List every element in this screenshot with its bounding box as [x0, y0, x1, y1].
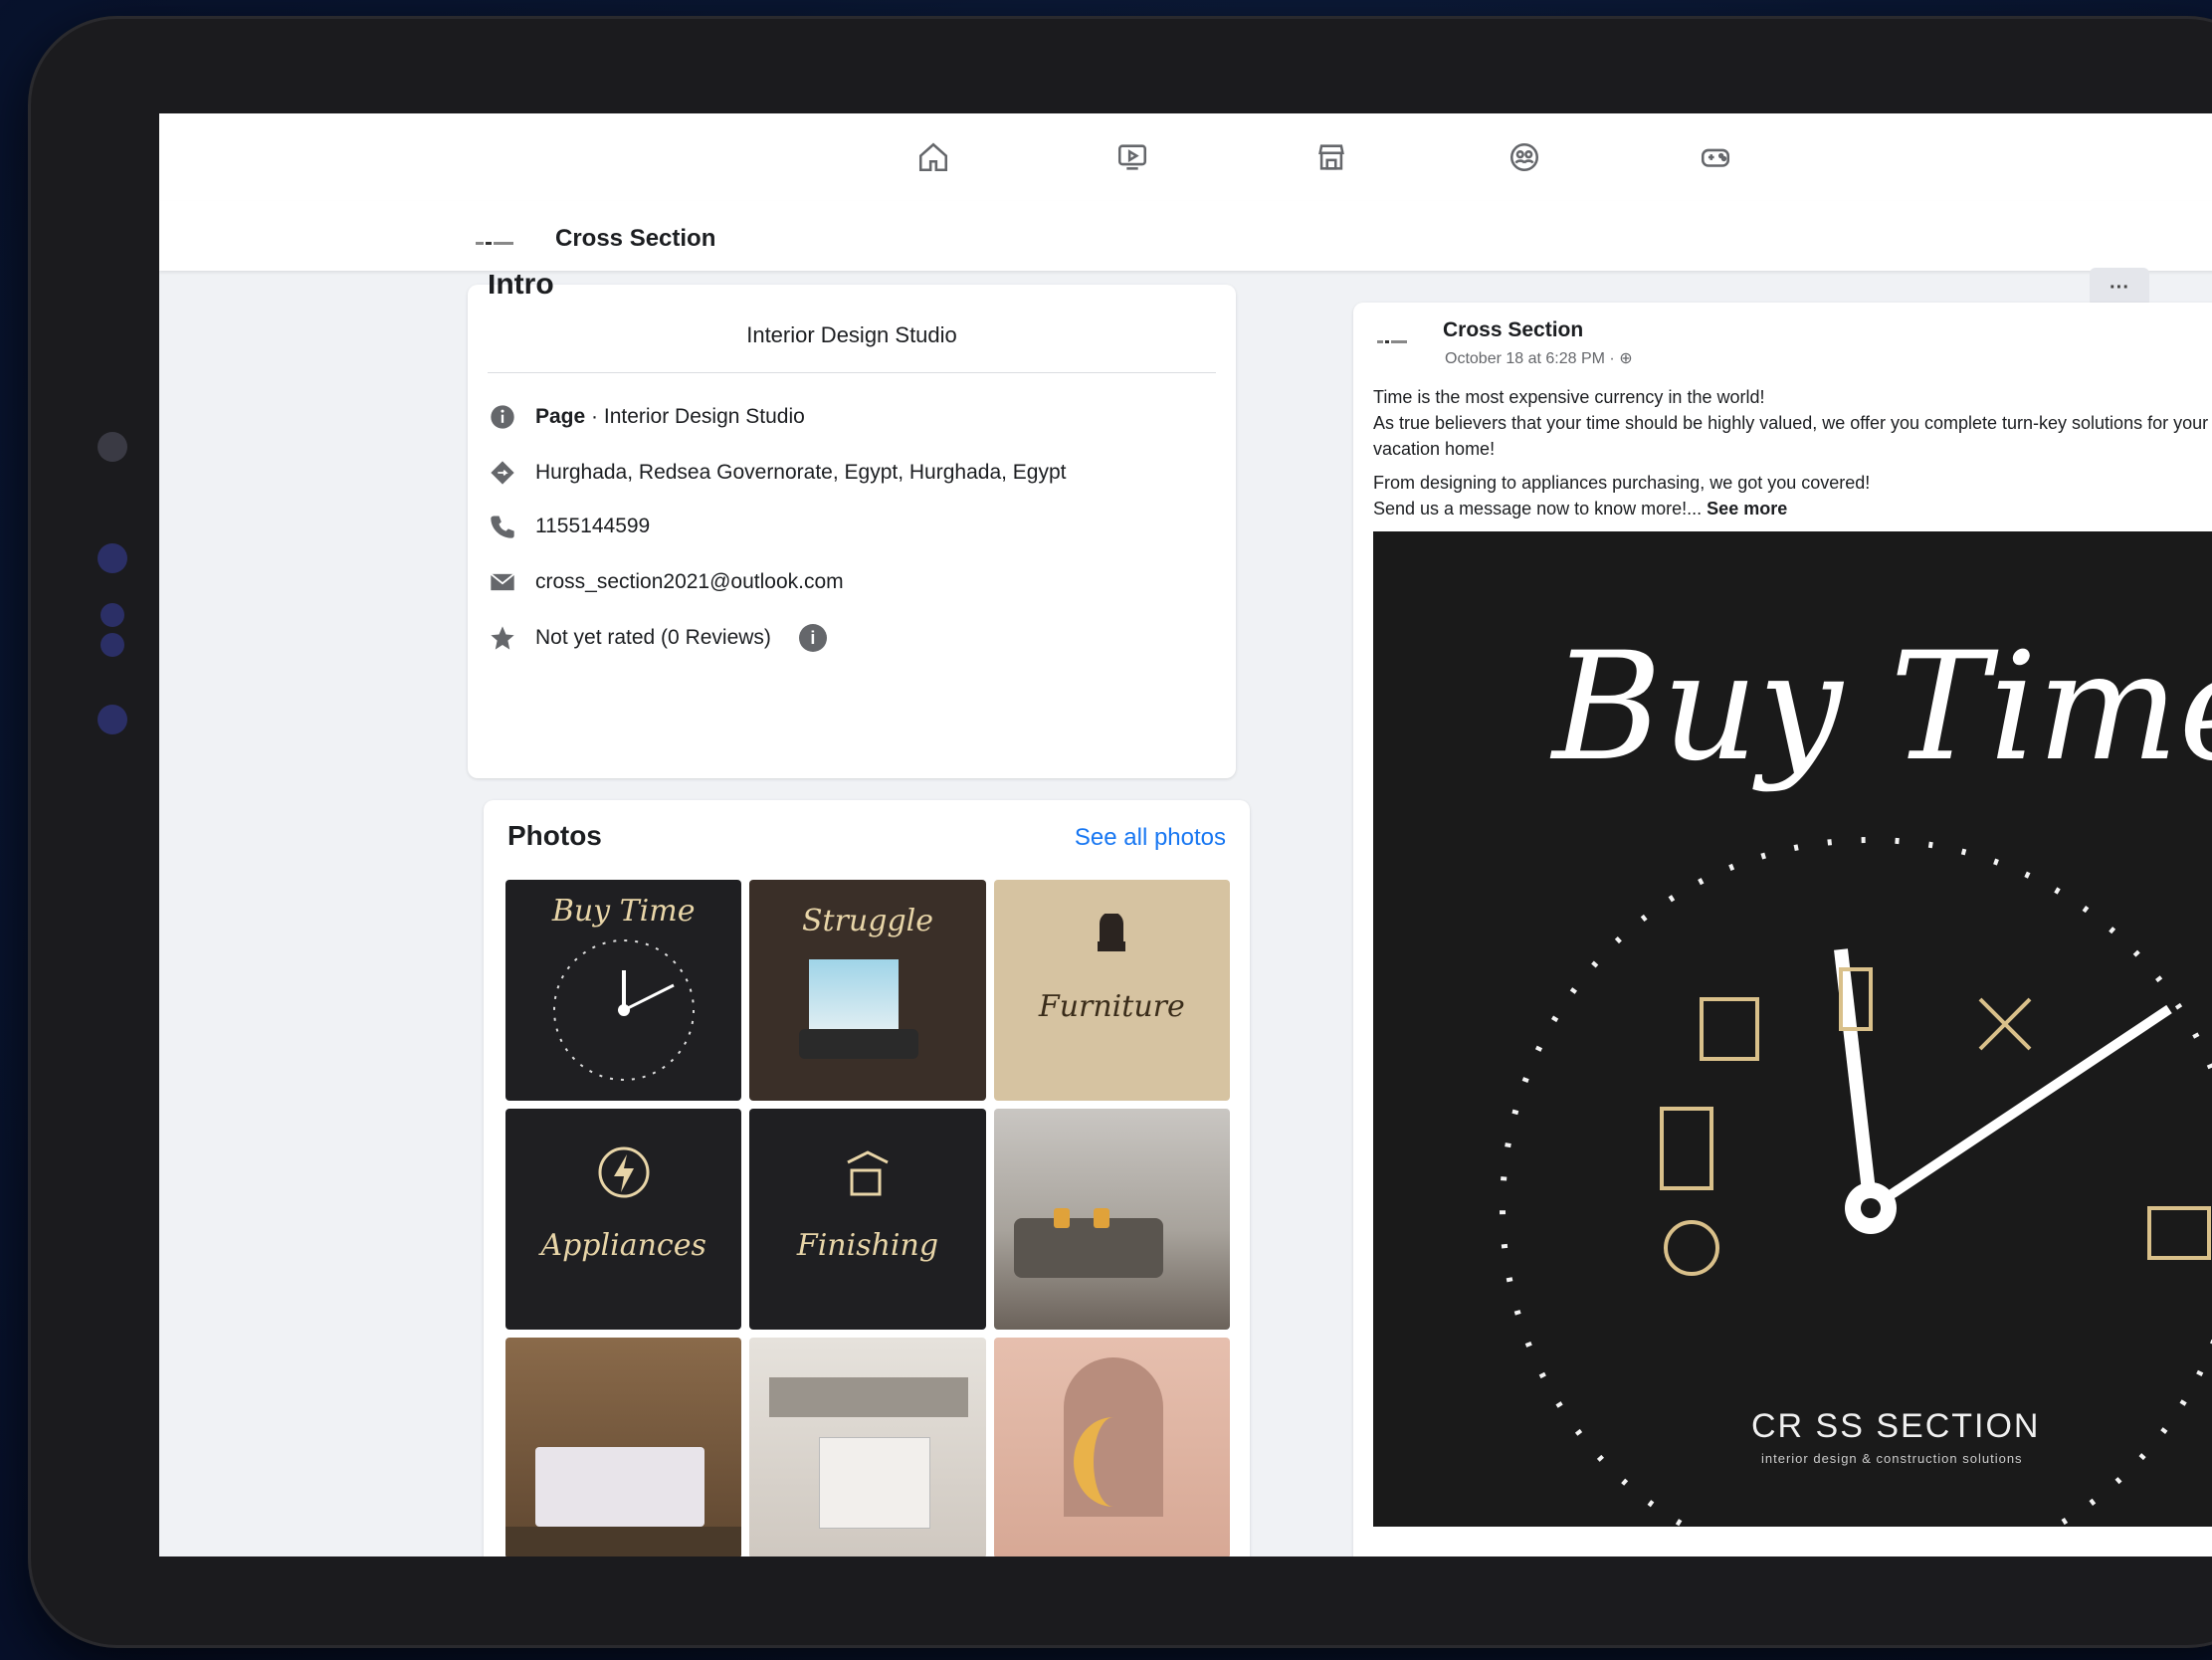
post-line: From designing to appliances purchasing,… [1373, 473, 1871, 493]
photos-heading: Photos [507, 820, 602, 851]
page-title[interactable]: Cross Section [555, 225, 715, 253]
screen: Cross Section ··· Intro Interior Design … [159, 113, 2212, 1556]
see-more-link[interactable]: See more [1707, 499, 1787, 519]
brand-tagline: interior design & construction solutions [1761, 1451, 2023, 1466]
camera-dot [98, 432, 127, 462]
intro-phone[interactable]: 1155144599 [535, 515, 650, 538]
rating-info-icon[interactable]: i [798, 624, 827, 652]
lightning-icon [598, 1146, 650, 1198]
photo-thumb[interactable] [993, 1338, 1230, 1556]
intro-row-category: Page · Interior Design Studio [488, 402, 805, 432]
header-more-button[interactable]: ··· [2090, 268, 2149, 308]
home-icon[interactable] [913, 137, 953, 177]
top-navigation [159, 113, 2212, 202]
phone-icon [488, 512, 517, 541]
intro-address[interactable]: Hurghada, Redsea Governorate, Egypt, Hur… [535, 461, 1067, 485]
photo-thumb[interactable]: Buy Time [505, 880, 742, 1101]
photo-thumb[interactable]: Finishing [749, 1109, 986, 1330]
sensor-dot [101, 633, 124, 657]
photo-thumb[interactable] [993, 1109, 1230, 1330]
photo-thumb[interactable]: Appliances [505, 1109, 742, 1330]
page-logo[interactable] [476, 233, 519, 253]
photo-caption: Furniture [1038, 989, 1185, 1024]
intro-bio: Interior Design Studio [746, 322, 957, 347]
photo-thumb[interactable]: Furniture [993, 880, 1230, 1101]
groups-icon[interactable] [1505, 137, 1544, 177]
clock-face [1500, 837, 2212, 1527]
intro-row-email: cross_section2021@outlook.com [488, 567, 844, 597]
intro-row-phone: 1155144599 [488, 512, 650, 541]
intro-category-value: · Interior Design Studio [585, 405, 805, 428]
post-line: As true believers that your time should … [1373, 413, 2209, 459]
post-timestamp[interactable]: October 18 at 6:28 PM · ⊕ [1445, 348, 1633, 368]
post-text: Time is the most expensive currency in t… [1373, 384, 2212, 521]
photo-caption: Buy Time [551, 894, 696, 929]
location-icon [488, 458, 517, 488]
sensor-dot [98, 705, 127, 734]
photo-grid: Buy Time Struggle Furniture Appliances F… [505, 880, 1230, 1556]
intro-email[interactable]: cross_section2021@outlook.com [535, 570, 844, 594]
globe-icon: ⊕ [1619, 350, 1633, 367]
info-icon [488, 402, 517, 432]
intro-card: Intro Interior Design Studio Page · Inte… [468, 275, 1236, 778]
sensor-dot [101, 603, 124, 627]
photo-caption: Finishing [796, 1228, 939, 1263]
watch-icon[interactable] [1112, 137, 1152, 177]
chair-icon [1098, 914, 1126, 951]
post-line: Send us a message now to know more!... [1373, 499, 1708, 519]
gaming-icon[interactable] [1696, 137, 1735, 177]
photo-thumb[interactable] [505, 1338, 742, 1556]
hammer-icon [847, 1150, 889, 1196]
tablet-frame: Cross Section ··· Intro Interior Design … [28, 16, 2212, 1648]
intro-rating: Not yet rated (0 Reviews) [535, 626, 771, 649]
star-icon [488, 623, 517, 653]
intro-heading: Intro [488, 275, 554, 299]
intro-row-rating: Not yet rated (0 Reviews) i [488, 623, 827, 653]
post-line: Time is the most expensive currency in t… [1373, 387, 1765, 407]
post-image[interactable]: Buy Time CR SS SECTION interior design &… [1373, 531, 2212, 1527]
email-icon [488, 567, 517, 597]
see-all-photos-link[interactable]: See all photos [1075, 824, 1226, 852]
post-card: Cross Section October 18 at 6:28 PM · ⊕ … [1353, 303, 2212, 1556]
photos-card: Photos See all photos Buy Time Struggle [484, 800, 1250, 1556]
divider [488, 372, 1216, 373]
intro-category-label: Page [535, 405, 586, 428]
photo-thumb[interactable]: Struggle [749, 880, 986, 1101]
post-time-text: October 18 at 6:28 PM · [1445, 350, 1620, 367]
sensor-dot [98, 543, 127, 573]
photo-thumb[interactable] [749, 1338, 986, 1556]
brand-logo-text: CR SS SECTION [1751, 1407, 2041, 1445]
photo-caption: Appliances [540, 1228, 706, 1263]
page-header-bar [159, 201, 2212, 271]
post-author[interactable]: Cross Section [1443, 318, 1583, 342]
marketplace-icon[interactable] [1311, 137, 1351, 177]
intro-row-address: Hurghada, Redsea Governorate, Egypt, Hur… [488, 458, 1067, 488]
photo-caption: Struggle [801, 904, 933, 938]
post-author-avatar[interactable] [1377, 334, 1417, 348]
